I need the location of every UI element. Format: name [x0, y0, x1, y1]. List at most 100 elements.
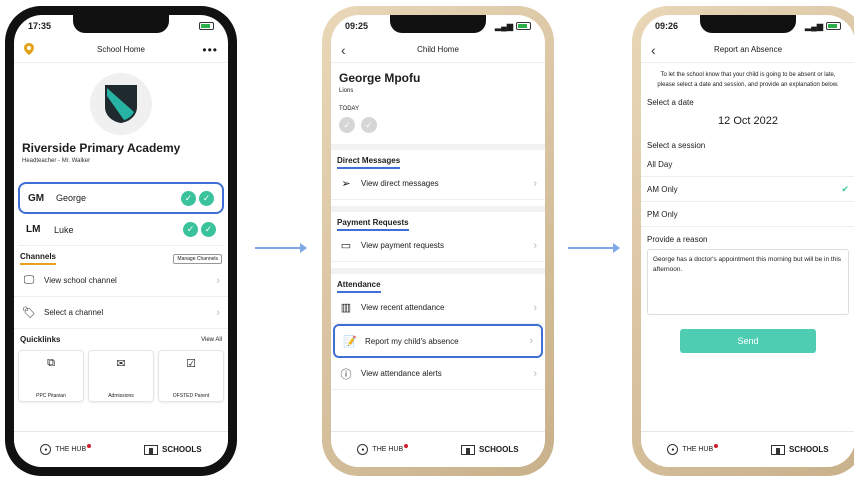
- screen: 09:26 ▂▄▆ ‹ Report an Absence To let the…: [641, 15, 854, 467]
- tab-label: THE HUB: [372, 446, 404, 453]
- tab-the-hub[interactable]: ● THE HUB: [357, 444, 409, 455]
- child-card-luke[interactable]: LM Luke ✓ ✓: [18, 214, 224, 246]
- school-building-icon: [144, 444, 158, 455]
- quicklinks-title: Quicklinks: [20, 335, 61, 344]
- check-icon: ✓: [181, 190, 196, 206]
- row-label: View school channel: [44, 276, 117, 285]
- reason-label: Provide a reason: [647, 235, 708, 245]
- school-building-icon: [771, 444, 785, 455]
- quicklink-tile[interactable]: ✉ Admissions: [88, 350, 154, 402]
- manage-channels-button[interactable]: Manage Channels: [173, 253, 222, 264]
- quicklink-label: PPC Pitanian: [36, 393, 66, 399]
- quicklink-tile[interactable]: ⧉ PPC Pitanian: [18, 350, 84, 402]
- school-building-icon: [461, 444, 475, 455]
- back-icon[interactable]: ‹: [651, 42, 656, 58]
- status-icons: ▂▄▆: [495, 22, 531, 31]
- row-label: Report my child's absence: [365, 336, 459, 346]
- status-time: 09:25: [345, 21, 369, 31]
- view-direct-messages-row[interactable]: ➢ View direct messages ›: [331, 168, 545, 200]
- phone-child-home: 09:25 ▂▄▆ ‹ Child Home George Mpofu Lion…: [322, 6, 554, 476]
- mail-icon: ✉: [116, 358, 126, 370]
- tab-schools[interactable]: SCHOOLS: [144, 444, 202, 455]
- intro-text: To let the school know that your child i…: [657, 72, 839, 88]
- child-card-george[interactable]: GM George ✓ ✓: [18, 182, 224, 214]
- tab-bar: ● THE HUB SCHOOLS: [14, 431, 228, 467]
- chevron-right-icon: ›: [533, 177, 537, 190]
- view-all-link[interactable]: View All: [201, 337, 222, 343]
- check-icon: ✓: [361, 117, 377, 133]
- child-name: George: [56, 193, 87, 203]
- page-title: School Home: [96, 45, 146, 54]
- today-status: ✓ ✓: [331, 112, 545, 138]
- reason-textarea[interactable]: George has a doctor's appointment this m…: [647, 249, 849, 316]
- child-name: Luke: [54, 224, 74, 235]
- tab-schools[interactable]: SCHOOLS: [461, 444, 519, 455]
- tab-the-hub[interactable]: ● THE HUB: [667, 444, 719, 455]
- check-icon: ✓: [339, 117, 355, 133]
- battery-icon: [516, 22, 531, 30]
- back-icon[interactable]: ‹: [341, 42, 346, 58]
- row-label: View direct messages: [361, 179, 439, 188]
- report-absence-row[interactable]: 📝 Report my child's absence ›: [333, 324, 543, 358]
- row-label: View recent attendance: [361, 303, 445, 312]
- screen: 09:25 ▂▄▆ ‹ Child Home George Mpofu Lion…: [331, 15, 545, 467]
- screen: 17:35 School Home ••• Riverside Primary …: [14, 15, 228, 467]
- view-attendance-alerts-row[interactable]: ⓘ View attendance alerts ›: [331, 358, 545, 390]
- documents-icon: ⧉: [47, 357, 55, 369]
- notch: [700, 15, 796, 33]
- send-button[interactable]: Send: [680, 329, 816, 354]
- tab-the-hub[interactable]: ● THE HUB: [40, 444, 92, 455]
- child-initials: LM: [26, 224, 41, 235]
- session-label: AM Only: [647, 184, 678, 194]
- location-pin-icon[interactable]: [24, 42, 34, 58]
- select-channel-row[interactable]: 🏷 Select a channel ›: [14, 297, 228, 329]
- session-option[interactable]: All Day: [641, 152, 854, 178]
- quicklinks-header: Quicklinks View All: [14, 329, 228, 344]
- tab-bar: ● THE HUB SCHOOLS: [641, 431, 854, 467]
- notch: [390, 15, 486, 33]
- tab-label: SCHOOLS: [162, 445, 202, 454]
- tab-label: THE HUB: [55, 446, 87, 453]
- channels-header: Channels Manage Channels: [14, 246, 228, 265]
- date-picker[interactable]: 12 Oct 2022: [641, 109, 854, 133]
- channels-title: Channels: [20, 252, 57, 265]
- tab-schools[interactable]: SCHOOLS: [771, 444, 829, 455]
- tab-bar: ● THE HUB SCHOOLS: [331, 431, 545, 467]
- child-house: Lions: [339, 88, 354, 94]
- more-menu-icon[interactable]: •••: [202, 43, 218, 57]
- row-label: Select a channel: [44, 308, 104, 317]
- view-recent-attendance-row[interactable]: ▥ View recent attendance ›: [331, 292, 545, 324]
- session-label: PM Only: [647, 209, 678, 219]
- quicklink-tile[interactable]: ☑ OFSTED Parent: [158, 350, 224, 402]
- nav-bar: School Home •••: [14, 37, 228, 63]
- battery-icon: [826, 22, 841, 30]
- status-time: 09:26: [655, 21, 679, 31]
- tab-label: SCHOOLS: [479, 445, 519, 454]
- hub-icon: ●: [40, 444, 52, 455]
- crest-wrap: [14, 73, 228, 135]
- view-payment-requests-row[interactable]: ▭ View payment requests ›: [331, 230, 545, 262]
- status-icons: [199, 22, 214, 30]
- signal-icon: ▂▄▆: [495, 21, 513, 31]
- send-wrap: Send: [641, 329, 854, 354]
- checkbox-icon: ☑: [186, 358, 196, 370]
- view-school-channel-row[interactable]: 🖵 View school channel ›: [14, 265, 228, 297]
- status-icons: ▂▄▆: [805, 22, 841, 31]
- nav-bar: ‹ Child Home: [331, 37, 545, 63]
- notch: [73, 15, 169, 33]
- chevron-right-icon: ›: [533, 239, 537, 252]
- session-option[interactable]: PM Only: [641, 202, 854, 228]
- document-edit-icon: 📝: [343, 335, 357, 348]
- phone-report-absence: 09:26 ▂▄▆ ‹ Report an Absence To let the…: [632, 6, 854, 476]
- school-crest-icon: [90, 73, 152, 135]
- tab-label: THE HUB: [682, 446, 714, 453]
- hub-icon: ●: [357, 444, 369, 455]
- session-option-selected[interactable]: AM Only ✔: [641, 177, 854, 203]
- tag-icon: 🏷: [22, 307, 36, 319]
- quicklink-label: OFSTED Parent: [172, 393, 210, 399]
- select-session-label: Select a session: [647, 141, 706, 151]
- child-full-name: George Mpofu: [339, 71, 421, 85]
- status-time: 17:35: [28, 21, 52, 31]
- quicklinks: ⧉ PPC Pitanian ✉ Admissions ☑ OFSTED Parent: [14, 344, 228, 408]
- arrow-right-icon: [568, 243, 620, 253]
